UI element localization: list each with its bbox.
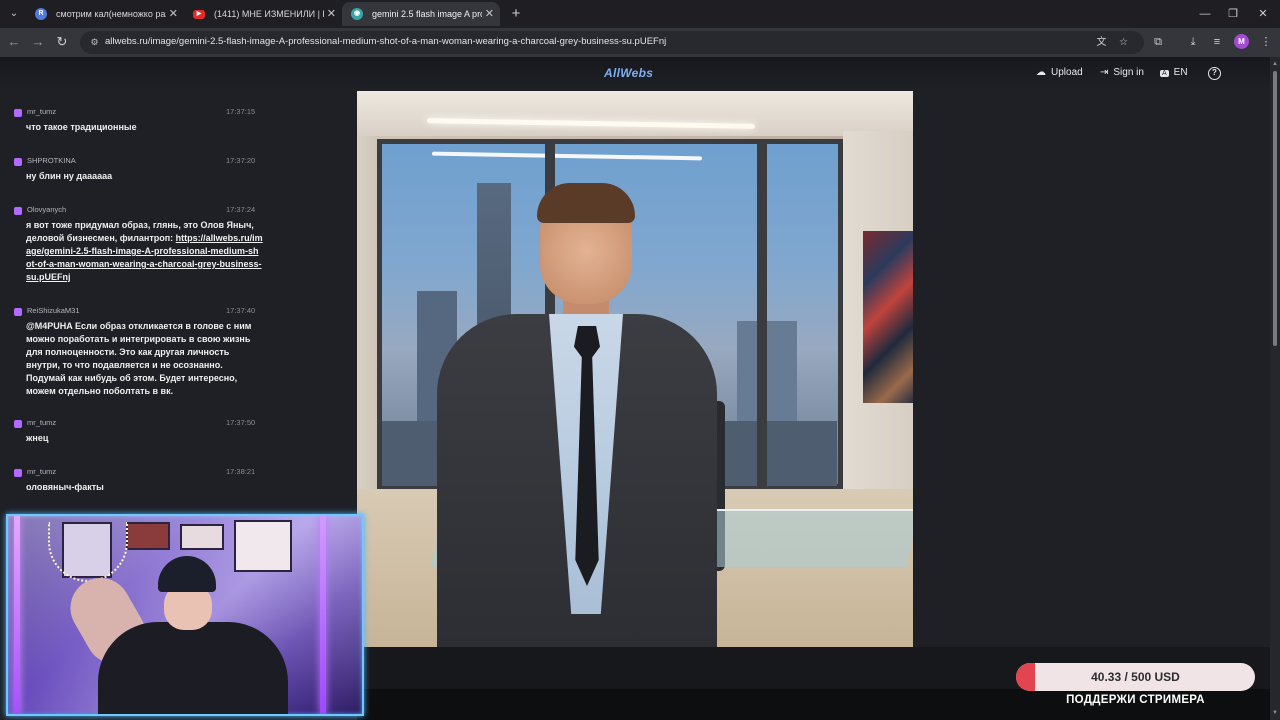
site-info-icon[interactable]: ⚙ — [88, 36, 101, 49]
chat-text: ну блин ну даааааа — [26, 171, 113, 181]
star-icon[interactable]: ☆ — [1116, 35, 1131, 50]
chat-text: @M4PUHA Если образ откликается в голове … — [26, 321, 252, 396]
webcam-poster — [180, 524, 224, 550]
streamer-cap — [158, 556, 216, 592]
chat-badge-icon — [14, 158, 22, 166]
kebab-menu-icon[interactable]: ⋮ — [1258, 34, 1274, 50]
image-ceiling — [357, 91, 913, 136]
help-icon[interactable]: ? — [1208, 67, 1221, 80]
tab-title: смотрим кал(немножко разве — [56, 9, 166, 19]
chat-badge-icon — [14, 469, 22, 477]
reload-icon[interactable]: ↻ — [53, 33, 71, 51]
media-icon[interactable]: ≡ — [1209, 34, 1225, 50]
chat-username: mr_tumz — [27, 418, 57, 427]
puzzle-icon[interactable]: ⧉ — [1150, 34, 1166, 50]
chat-message: ReiShizukaM31 17:37:40 @M4PUHA Если обра… — [8, 306, 268, 406]
url-text[interactable]: allwebs.ru/image/gemini-2.5-flash-image-… — [105, 36, 666, 47]
chat-badge-icon — [14, 109, 22, 117]
scroll-up-icon[interactable]: ▲ — [1271, 60, 1279, 68]
chat-timestamp: 17:37:40 — [226, 306, 256, 315]
site-logo[interactable]: AllWebs — [604, 66, 653, 80]
tab-1[interactable]: R смотрим кал(немножко разве ✕ — [26, 2, 184, 26]
login-icon: ⇥ — [1100, 67, 1109, 78]
chat-message: mr_tumz 17:37:15 что такое традиционные — [8, 107, 268, 147]
browser-tab-strip: ⌄ R смотрим кал(немножко разве ✕ ▶ (1411… — [0, 0, 1280, 28]
upload-label: Upload — [1051, 67, 1083, 78]
donation-amount: 40.33 / 500 USD — [1091, 670, 1180, 684]
chat-timestamp: 17:37:20 — [226, 156, 256, 165]
chat-timestamp: 17:37:50 — [226, 418, 256, 427]
translate-icon[interactable]: 文 — [1094, 35, 1109, 50]
image-window-frame — [757, 139, 767, 489]
generated-image[interactable] — [357, 91, 913, 648]
chat-username: SHPROTKINA — [27, 156, 76, 165]
tab-close-icon[interactable]: ✕ — [485, 2, 494, 26]
site-header: AllWebs ☁ Upload ⇥ Sign in A EN ? — [0, 57, 1270, 91]
donation-goal-bar: 40.33 / 500 USD — [1016, 663, 1255, 691]
scroll-thumb[interactable] — [1273, 71, 1277, 346]
tab-title: gemini 2.5 flash image A profe — [372, 9, 482, 19]
chat-timestamp: 17:38:21 — [226, 467, 256, 476]
language-label: EN — [1173, 67, 1188, 78]
chat-timestamp: 17:37:24 — [226, 205, 256, 214]
chat-username: mr_tumz — [27, 467, 57, 476]
download-icon[interactable]: ⤓ — [1185, 34, 1201, 50]
language-button[interactable]: A EN — [1160, 67, 1188, 78]
chat-timestamp: 17:37:15 — [226, 107, 256, 116]
tab-search-icon[interactable]: ⌄ — [5, 5, 23, 23]
restore-icon[interactable]: ❐ — [1222, 4, 1244, 24]
minimize-icon[interactable]: — — [1194, 4, 1216, 24]
chat-message: Olovyanych 17:37:24 я вот тоже придумал … — [8, 205, 268, 297]
image-wall-painting — [863, 231, 913, 403]
chat-badge-icon — [14, 308, 22, 316]
chat-message: SHPROTKINA 17:37:20 ну блин ну даааааа — [8, 156, 268, 196]
image-businessman — [437, 183, 717, 648]
streamer-shirt — [98, 622, 288, 714]
donation-label: ПОДДЕРЖИ СТРИМЕРА — [1066, 694, 1205, 706]
tab-title: (1411) МНЕ ИЗМЕНИЛИ | ПРЕ — [214, 9, 324, 19]
man-hair — [537, 183, 635, 223]
chat-text: я вот тоже придумал образ, глянь, это Ол… — [26, 219, 264, 284]
scroll-down-icon[interactable]: ▼ — [1271, 709, 1279, 717]
close-window-icon[interactable]: ✕ — [1252, 4, 1274, 24]
tab-close-icon[interactable]: ✕ — [169, 2, 178, 26]
chat-username: Olovyanych — [27, 205, 67, 214]
chat-text: оловяныч-факты — [26, 482, 104, 492]
chat-text: что такое традиционные — [26, 122, 137, 132]
profile-avatar[interactable]: M — [1234, 34, 1249, 49]
tab-3-active[interactable]: ◉ gemini 2.5 flash image A profe ✕ — [342, 2, 500, 26]
tab-close-icon[interactable]: ✕ — [327, 2, 336, 26]
back-icon[interactable]: ← — [5, 33, 23, 51]
webcam-poster — [126, 522, 170, 550]
streamer — [59, 556, 288, 714]
chat-badge-icon — [14, 207, 22, 215]
tab-favicon-icon: R — [35, 8, 47, 20]
chat-text: жнец — [26, 433, 49, 443]
page-scrollbar[interactable]: ▲ ▼ — [1270, 57, 1280, 720]
chat-username: ReiShizukaM31 — [27, 306, 80, 315]
streamer-webcam — [6, 514, 364, 716]
tab-2[interactable]: ▶ (1411) МНЕ ИЗМЕНИЛИ | ПРЕ ✕ — [184, 2, 342, 26]
cloud-upload-icon: ☁ — [1036, 67, 1046, 78]
webcam-neon-strip — [14, 516, 20, 714]
forward-icon[interactable]: → — [29, 33, 47, 51]
new-tab-button[interactable]: + — [506, 4, 526, 24]
chat-badge-icon — [14, 420, 22, 428]
chat-username: mr_tumz — [27, 107, 57, 116]
stream-chat: mr_tumz 17:37:15 что такое традиционные … — [8, 99, 268, 519]
address-bar[interactable]: ⚙ allwebs.ru/image/gemini-2.5-flash-imag… — [80, 31, 1144, 54]
language-icon: A — [1160, 70, 1169, 77]
browser-toolbar: ← → ↻ ⚙ allwebs.ru/image/gemini-2.5-flas… — [0, 28, 1280, 57]
youtube-icon: ▶ — [193, 10, 205, 19]
webcam-neon-strip — [320, 516, 326, 714]
upload-button[interactable]: ☁ Upload — [1036, 67, 1083, 78]
chat-message: mr_tumz 17:37:50 жнец — [8, 418, 268, 458]
tab-favicon-icon: ◉ — [351, 8, 363, 20]
sign-in-button[interactable]: ⇥ Sign in — [1100, 67, 1144, 78]
sign-in-label: Sign in — [1113, 67, 1144, 78]
chat-message: mr_tumz 17:38:21 оловяныч-факты — [8, 467, 268, 507]
